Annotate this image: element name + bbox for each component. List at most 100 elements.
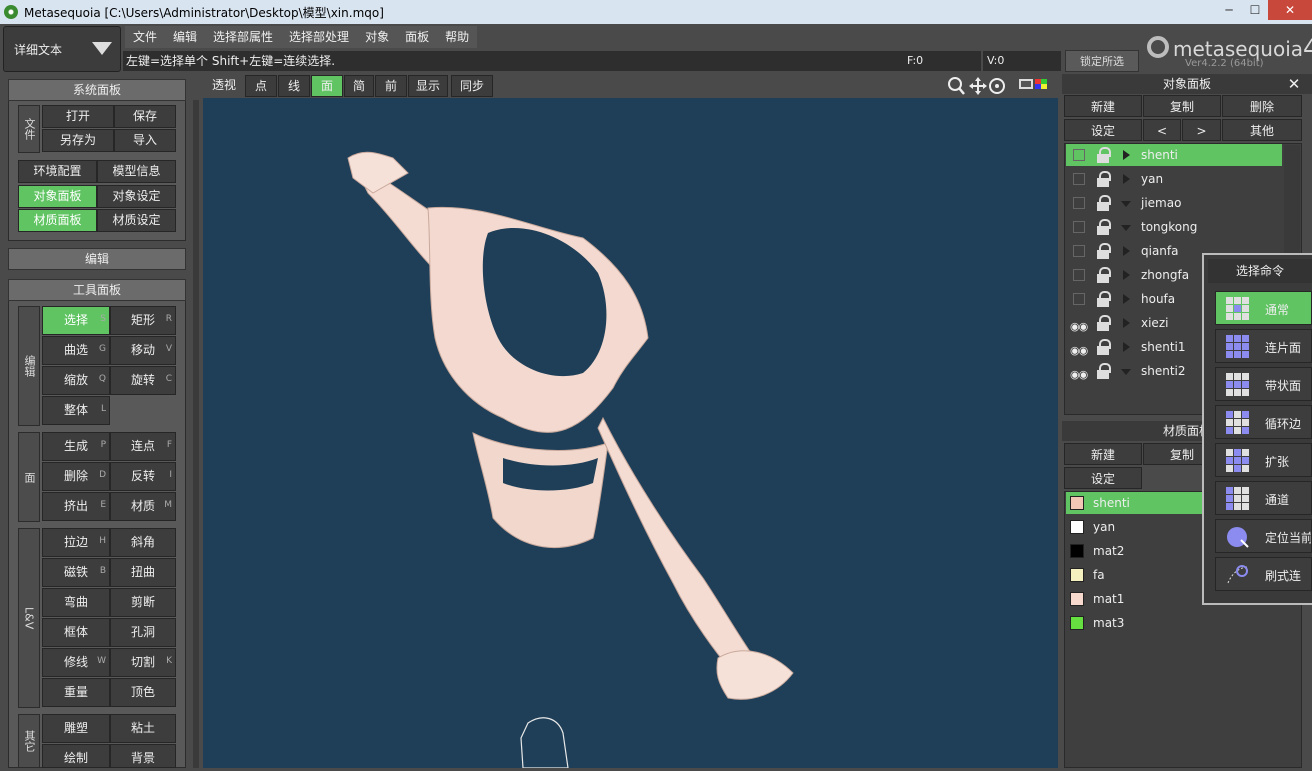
object-row-tongkong[interactable]: tongkong bbox=[1066, 216, 1282, 238]
vertex-mode-button[interactable]: 点 bbox=[245, 75, 277, 97]
object-settings-button[interactable]: 对象设定 bbox=[97, 185, 176, 208]
menu-selection-proc[interactable]: 选择部处理 bbox=[281, 26, 357, 48]
visibility-checkbox[interactable] bbox=[1073, 173, 1085, 185]
visibility-checkbox[interactable] bbox=[1073, 245, 1085, 257]
lock-selection-button[interactable]: 锁定所选 bbox=[1065, 50, 1139, 72]
import-button[interactable]: 导入 bbox=[114, 129, 176, 152]
expand-right-icon[interactable] bbox=[1123, 294, 1130, 304]
face-mode-button[interactable]: 面 bbox=[311, 75, 343, 97]
lock-icon[interactable] bbox=[1096, 219, 1111, 235]
object-row-yan[interactable]: yan bbox=[1066, 168, 1282, 190]
view-layout-icon[interactable] bbox=[1019, 79, 1047, 89]
select-command-4[interactable]: 循环边 bbox=[1215, 405, 1312, 439]
object-row-jiemao[interactable]: jiemao bbox=[1066, 192, 1282, 214]
menu-panel[interactable]: 面板 bbox=[397, 26, 437, 48]
connect-tool-button[interactable]: 连点 F bbox=[110, 432, 176, 461]
move-tool-button[interactable]: 移动 V bbox=[110, 336, 176, 365]
delete-tool-button[interactable]: 删除 D bbox=[42, 462, 110, 491]
expand-right-icon[interactable] bbox=[1123, 246, 1130, 256]
shear-tool-button[interactable]: 剪断 bbox=[110, 588, 176, 617]
material-tool-button[interactable]: 材质 M bbox=[110, 492, 176, 521]
object-other-button[interactable]: 其他 bbox=[1222, 119, 1302, 141]
rotate-tool-button[interactable]: 旋转 C bbox=[110, 366, 176, 395]
clay-tool-button[interactable]: 粘土 bbox=[110, 714, 176, 743]
expand-right-icon[interactable] bbox=[1123, 318, 1130, 328]
rect-tool-button[interactable]: 矩形 R bbox=[110, 306, 176, 335]
panel-close-icon[interactable]: ✕ bbox=[1284, 75, 1304, 93]
lock-icon[interactable] bbox=[1096, 315, 1111, 331]
simple-button[interactable]: 简 bbox=[344, 75, 374, 97]
minimize-button[interactable]: ─ bbox=[1216, 0, 1242, 20]
menu-edit[interactable]: 编辑 bbox=[165, 26, 205, 48]
zoom-icon[interactable] bbox=[948, 77, 965, 95]
edge-tool-button[interactable]: 拉边 H bbox=[42, 528, 110, 557]
lock-icon[interactable] bbox=[1096, 243, 1111, 259]
material-row-yan[interactable]: yan bbox=[1066, 516, 1206, 538]
pan-icon[interactable] bbox=[969, 77, 987, 95]
select-tool-button[interactable]: 选择 S bbox=[42, 306, 110, 335]
environment-button[interactable]: 环境配置 bbox=[18, 160, 97, 183]
visibility-checkbox[interactable] bbox=[1073, 293, 1085, 305]
select-command-8[interactable]: 刷式连 bbox=[1215, 557, 1312, 591]
expand-down-icon[interactable] bbox=[1121, 201, 1131, 207]
model-info-button[interactable]: 模型信息 bbox=[97, 160, 176, 183]
select-command-6[interactable]: 通道 bbox=[1215, 481, 1312, 515]
hole-tool-button[interactable]: 孔洞 bbox=[110, 618, 176, 647]
maximize-button[interactable]: ☐ bbox=[1242, 0, 1268, 20]
background-tool-button[interactable]: 背景 bbox=[110, 744, 176, 768]
material-panel-button[interactable]: 材质面板 bbox=[18, 209, 97, 232]
bevel-tool-button[interactable]: 斜角 bbox=[110, 528, 176, 557]
material-row-fa[interactable]: fa bbox=[1066, 564, 1206, 586]
menu-object[interactable]: 对象 bbox=[357, 26, 397, 48]
lattice-tool-button[interactable]: 框体 bbox=[42, 618, 110, 647]
whole-tool-button[interactable]: 整体 L bbox=[42, 396, 110, 425]
select-command-7[interactable]: 定位当前 bbox=[1215, 519, 1312, 553]
scale-tool-button[interactable]: 缩放 Q bbox=[42, 366, 110, 395]
edit-panel-title[interactable]: 编辑 bbox=[8, 248, 186, 270]
sculpt-tool-button[interactable]: 雕塑 bbox=[42, 714, 110, 743]
close-button[interactable]: ✕ bbox=[1268, 0, 1312, 20]
lock-icon[interactable] bbox=[1096, 363, 1111, 379]
menu-help[interactable]: 帮助 bbox=[437, 26, 477, 48]
expand-right-icon[interactable] bbox=[1123, 342, 1130, 352]
front-view-button[interactable]: 前 bbox=[375, 75, 407, 97]
select-command-3[interactable]: 带状面 bbox=[1215, 367, 1312, 401]
rotate-view-icon[interactable] bbox=[989, 78, 1005, 94]
lock-icon[interactable] bbox=[1096, 339, 1111, 355]
weight-tool-button[interactable]: 重量 bbox=[42, 678, 110, 707]
expand-down-icon[interactable] bbox=[1121, 225, 1131, 231]
expand-right-icon[interactable] bbox=[1123, 150, 1130, 160]
create-tool-button[interactable]: 生成 P bbox=[42, 432, 110, 461]
magnet-tool-button[interactable]: 磁铁 B bbox=[42, 558, 110, 587]
select-command-5[interactable]: 扩张 bbox=[1215, 443, 1312, 477]
lasso-tool-button[interactable]: 曲选 G bbox=[42, 336, 110, 365]
select-command-1[interactable]: 通常 bbox=[1215, 291, 1312, 325]
material-row-shenti[interactable]: shenti bbox=[1066, 492, 1206, 514]
display-mode-dropdown[interactable]: 详细文本 bbox=[3, 26, 121, 72]
3d-viewport[interactable] bbox=[203, 98, 1058, 768]
lock-icon[interactable] bbox=[1096, 147, 1111, 163]
lock-icon[interactable] bbox=[1096, 171, 1111, 187]
new-object-button[interactable]: 新建 bbox=[1064, 95, 1142, 117]
lock-icon[interactable] bbox=[1096, 267, 1111, 283]
prev-object-button[interactable]: < bbox=[1143, 119, 1181, 141]
material-settings-button[interactable]: 材质设定 bbox=[97, 209, 176, 232]
sync-button[interactable]: 同步 bbox=[451, 75, 493, 97]
visible-eye-icon[interactable]: ◉◉ bbox=[1070, 316, 1088, 338]
object-settings-button-right[interactable]: 设定 bbox=[1064, 119, 1142, 141]
trim-tool-button[interactable]: 修线 W bbox=[42, 648, 110, 677]
expand-right-icon[interactable] bbox=[1123, 174, 1130, 184]
bend-tool-button[interactable]: 弯曲 bbox=[42, 588, 110, 617]
visible-eye-icon[interactable]: ◉◉ bbox=[1070, 340, 1088, 362]
visible-eye-icon[interactable]: ◉◉ bbox=[1070, 364, 1088, 386]
material-row-mat1[interactable]: mat1 bbox=[1066, 588, 1206, 610]
menu-file[interactable]: 文件 bbox=[125, 26, 165, 48]
cut-tool-button[interactable]: 切割 K bbox=[110, 648, 176, 677]
visibility-checkbox[interactable] bbox=[1073, 221, 1085, 233]
material-row-mat3[interactable]: mat3 bbox=[1066, 612, 1206, 634]
lock-icon[interactable] bbox=[1096, 195, 1111, 211]
material-row-mat2[interactable]: mat2 bbox=[1066, 540, 1206, 562]
copy-object-button[interactable]: 复制 bbox=[1143, 95, 1221, 117]
visibility-checkbox[interactable] bbox=[1073, 149, 1085, 161]
object-panel-button[interactable]: 对象面板 bbox=[18, 185, 97, 208]
